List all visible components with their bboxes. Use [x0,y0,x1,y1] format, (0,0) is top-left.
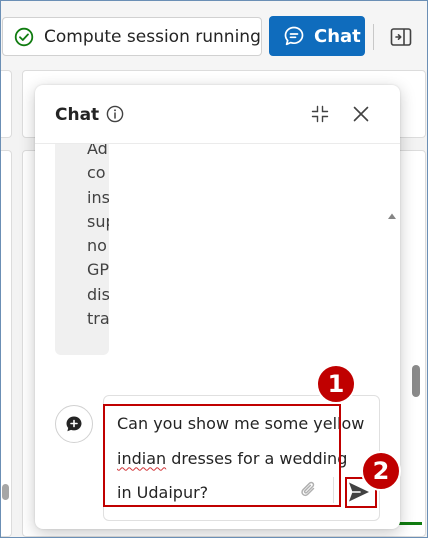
message-list: Ad co ins sup no GP dis tra [35,144,400,369]
message-line: no [87,236,107,256]
close-icon[interactable] [351,104,371,124]
annotation-badge-2: 2 [361,451,401,491]
compute-status-pill[interactable]: Compute session running [2,17,262,56]
scroll-up-arrow-icon[interactable] [387,212,397,220]
message-line: GP [87,260,109,280]
info-icon[interactable] [105,104,125,124]
new-chat-button[interactable] [55,405,93,443]
message-line: co [87,163,106,183]
background-status-line [398,522,422,525]
message-line: tra [87,309,109,329]
background-panel-left [0,150,12,537]
check-circle-icon [14,27,34,46]
message-line: dis [87,284,109,304]
background-panel-left-top [0,70,12,138]
message-line: Ad [87,144,108,158]
background-main-scrollbar-thumb[interactable] [412,365,420,397]
annotation-highlight-input [103,404,341,507]
top-toolbar: Compute session running Chat [0,0,428,70]
message-line: ins [87,187,109,207]
collapse-icon[interactable] [310,104,330,124]
chat-button-label: Chat [314,25,361,47]
assistant-message-bubble: Ad co ins sup no GP dis tra [55,144,109,355]
background-scrollbar-thumb[interactable] [2,484,9,500]
assistant-message-text: Ad co ins sup no GP dis tra [87,144,109,331]
message-line: sup [87,211,109,231]
annotation-badge-1: 1 [316,364,356,404]
chat-button[interactable]: Chat [269,16,365,56]
compute-status-label: Compute session running [44,26,261,47]
panel-toggle-icon[interactable] [388,24,414,50]
chat-header: Chat [35,85,400,143]
new-chat-icon [66,416,82,432]
chat-bubble-icon [284,26,304,46]
toolbar-divider [373,24,374,50]
chat-title: Chat [55,105,100,125]
